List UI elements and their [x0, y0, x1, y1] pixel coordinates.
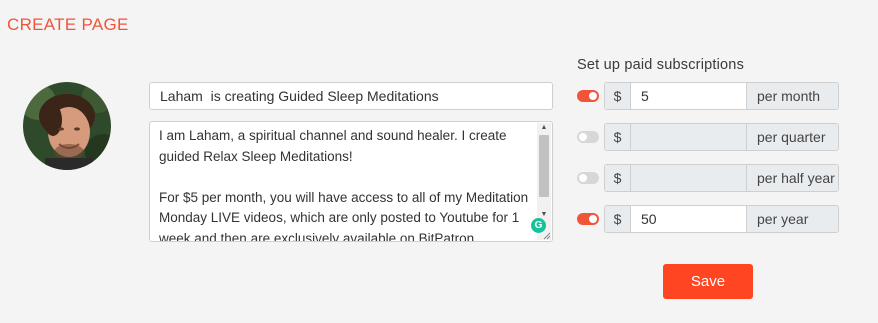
subscription-row-half-year: $ per half year	[577, 164, 839, 192]
subscription-row-month: $ per month	[577, 82, 839, 110]
period-label-quarter: per quarter	[746, 124, 838, 150]
description-textarea[interactable]: I am Laham, a spiritual channel and soun…	[149, 121, 553, 242]
amount-input-month[interactable]	[631, 83, 746, 109]
period-label-half-year: per half year	[746, 165, 838, 191]
scroll-up-arrow-icon[interactable]: ▲	[537, 123, 551, 133]
period-label-year: per year	[746, 206, 838, 232]
amount-input-quarter[interactable]	[631, 124, 746, 150]
save-button[interactable]: Save	[663, 264, 753, 299]
toggle-month[interactable]	[577, 90, 599, 102]
page-title: CREATE PAGE	[7, 15, 129, 34]
currency-symbol: $	[605, 206, 631, 232]
subscriptions-heading: Set up paid subscriptions	[577, 57, 745, 73]
currency-symbol: $	[605, 124, 631, 150]
scroll-thumb[interactable]	[539, 135, 549, 197]
avatar	[23, 82, 111, 170]
toggle-quarter[interactable]	[577, 131, 599, 143]
currency-symbol: $	[605, 83, 631, 109]
toggle-year[interactable]	[577, 213, 599, 225]
price-field-year: $ per year	[604, 205, 839, 233]
resize-handle-icon[interactable]	[542, 231, 551, 240]
price-field-half-year: $ per half year	[604, 164, 839, 192]
amount-input-year[interactable]	[631, 206, 746, 232]
period-label-month: per month	[746, 83, 838, 109]
price-field-quarter: $ per quarter	[604, 123, 839, 151]
price-field-month: $ per month	[604, 82, 839, 110]
currency-symbol: $	[605, 165, 631, 191]
subscription-row-year: $ per year	[577, 205, 839, 233]
description-text[interactable]: I am Laham, a spiritual channel and soun…	[159, 126, 531, 241]
amount-input-half-year[interactable]	[631, 165, 746, 191]
subscription-row-quarter: $ per quarter	[577, 123, 839, 151]
page-title-input[interactable]	[149, 82, 553, 110]
toggle-half-year[interactable]	[577, 172, 599, 184]
